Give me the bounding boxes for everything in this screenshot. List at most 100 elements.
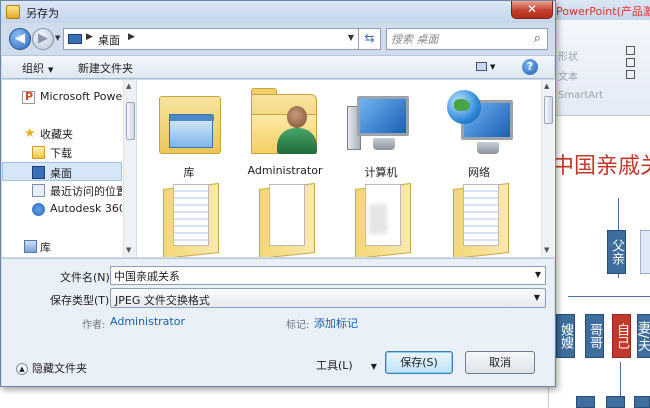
node-partial — [640, 230, 650, 274]
library-icon — [24, 240, 37, 253]
powerpoint-icon — [22, 90, 35, 104]
author-value[interactable]: Administrator — [110, 315, 185, 328]
file-item-folder[interactable] — [241, 180, 329, 257]
toolbar: 组织 ▼ 新建文件夹 ▼ ? — [2, 55, 554, 79]
scroll-up-icon[interactable]: ▲ — [126, 82, 131, 90]
address-bar[interactable]: ▶ 桌面 ▶ ▼ — [63, 28, 359, 50]
scroll-down-icon[interactable]: ▼ — [544, 246, 549, 254]
nav-item-label: 收藏夹 — [40, 128, 73, 141]
breadcrumb-desktop[interactable]: 桌面 — [98, 32, 120, 48]
file-name: 库 — [183, 166, 195, 179]
nav-item-favorites[interactable]: ★ 收藏夹 — [2, 124, 122, 143]
file-item-folder[interactable] — [337, 180, 425, 257]
nav-item-label: 最近访问的位置 — [50, 185, 122, 198]
nav-scrollbar[interactable]: ▲ ▼ — [123, 80, 136, 257]
nav-item-libraries[interactable]: 库 — [2, 237, 122, 256]
author-label: 作者: — [82, 320, 106, 331]
node-spouse: 妻/夫 — [635, 314, 650, 358]
filename-combobox[interactable]: ▼ — [110, 266, 546, 285]
file-item-libraries[interactable]: 库 — [145, 84, 233, 179]
network-icon — [445, 88, 513, 158]
breadcrumb-separator-icon[interactable]: ▶ — [86, 32, 93, 42]
filetype-value: JPEG 文件交换格式 — [115, 294, 210, 307]
node-child — [576, 396, 595, 408]
search-box[interactable]: ⌕ — [386, 28, 548, 50]
nav-item-recent[interactable]: 最近访问的位置 — [2, 181, 122, 200]
nav-item-downloads[interactable]: 下载 — [2, 143, 122, 162]
filetype-label: 保存类型(T): — [50, 294, 114, 307]
back-arrow-icon: ◀ — [15, 31, 25, 46]
file-list-scrollbar[interactable]: ▲ ▼ — [541, 80, 554, 257]
search-icon[interactable]: ⌕ — [534, 31, 541, 46]
nav-item-powerpoint[interactable]: Microsoft PowerPoint — [2, 88, 122, 107]
nav-item-label: Microsoft PowerPoint — [40, 90, 122, 103]
save-as-dialog: 另存为 ✕ ◀ ▶ ▼ ▶ 桌面 ▶ ▼ ⇆ ⌕ 组织 ▼ 新建文件夹 ▼ ? M… — [0, 0, 556, 387]
tools-button[interactable]: 工具(L) ▼ — [316, 357, 377, 373]
chevron-up-icon: ▲ — [16, 363, 28, 375]
nav-item-label: 下载 — [50, 147, 72, 160]
file-name: 网络 — [468, 166, 490, 179]
organize-button[interactable]: 组织 ▼ — [22, 60, 53, 76]
search-input[interactable] — [391, 32, 521, 47]
shapes-gallery-icon[interactable] — [626, 44, 650, 94]
cancel-button[interactable]: 取消 — [465, 351, 535, 374]
file-name: Administrator — [247, 164, 323, 177]
tags-label: 标记: — [286, 320, 310, 331]
close-button[interactable]: ✕ — [511, 1, 553, 19]
library-folder-icon — [155, 88, 223, 158]
add-tags-link[interactable]: 添加标记 — [314, 315, 358, 331]
cloud-icon — [32, 203, 45, 216]
dialog-titlebar[interactable]: 另存为 ✕ — [1, 1, 555, 23]
dialog-title: 另存为 — [26, 7, 59, 20]
scrollbar-thumb[interactable] — [126, 102, 135, 140]
forward-arrow-icon: ▶ — [38, 31, 48, 46]
filetype-select[interactable]: JPEG 文件交换格式 ▼ — [110, 288, 546, 308]
save-button[interactable]: 保存(S) — [385, 351, 453, 374]
open-folder-icon — [347, 183, 415, 257]
filename-input[interactable] — [114, 268, 524, 283]
file-item-folder[interactable] — [145, 180, 233, 257]
ribbon-label-text[interactable]: 文本 — [558, 68, 578, 83]
nav-item-label: 桌面 — [50, 167, 72, 180]
breadcrumb-separator-icon[interactable]: ▶ — [128, 32, 135, 42]
open-folder-icon — [155, 183, 223, 257]
change-view-button[interactable]: ▼ — [476, 59, 502, 75]
save-form: 文件名(N): ▼ 保存类型(T): JPEG 文件交换格式 ▼ 作者: Adm… — [2, 258, 554, 386]
hide-folders-button[interactable]: ▲ 隐藏文件夹 — [16, 360, 87, 376]
recent-icon — [32, 184, 45, 197]
scroll-up-icon[interactable]: ▲ — [544, 82, 549, 90]
node-father: 父亲 — [607, 230, 626, 274]
file-item-folder[interactable] — [435, 180, 523, 257]
back-button[interactable]: ◀ — [9, 28, 31, 50]
help-button[interactable]: ? — [522, 59, 538, 75]
nav-item-autodesk[interactable]: Autodesk 360 — [2, 200, 122, 219]
refresh-icon: ⇆ — [364, 31, 375, 45]
file-item-network[interactable]: 网络 — [435, 84, 523, 179]
organize-label: 组织 — [22, 62, 44, 75]
user-folder-icon — [251, 88, 319, 158]
file-list: 库 Administrator 计算机 网络 — [137, 80, 555, 257]
ribbon-label-smartart[interactable]: SmartArt — [558, 90, 603, 101]
chevron-down-icon: ▼ — [48, 66, 54, 74]
powerpoint-app-title: PowerPoint(产品激活 — [556, 5, 650, 18]
star-icon: ★ — [24, 126, 36, 141]
chevron-down-icon[interactable]: ▼ — [535, 270, 541, 279]
nav-item-label: 库 — [40, 241, 51, 254]
scrollbar-thumb[interactable] — [544, 96, 553, 124]
forward-button[interactable]: ▶ — [32, 28, 54, 50]
file-item-computer[interactable]: 计算机 — [337, 84, 425, 179]
nav-item-desktop[interactable]: 桌面 — [2, 162, 122, 181]
node-brother: 哥哥 — [585, 314, 604, 358]
desktop-icon — [68, 34, 82, 44]
file-item-administrator[interactable]: Administrator — [241, 84, 329, 179]
chevron-down-icon: ▼ — [370, 362, 377, 371]
navigation-pane: Microsoft PowerPoint ★ 收藏夹 下载 桌面 最近访问的位置… — [2, 80, 136, 257]
refresh-button[interactable]: ⇆ — [359, 28, 381, 50]
tools-label: 工具(L) — [316, 359, 353, 372]
ribbon-label-shapes[interactable]: 形状 — [558, 48, 578, 63]
address-dropdown-icon[interactable]: ▼ — [348, 33, 354, 42]
new-folder-button[interactable]: 新建文件夹 — [78, 60, 133, 76]
recent-locations-dropdown-icon[interactable]: ▼ — [55, 34, 60, 42]
slide-title: 中国亲戚关 — [552, 154, 650, 179]
scroll-down-icon[interactable]: ▼ — [126, 246, 131, 254]
